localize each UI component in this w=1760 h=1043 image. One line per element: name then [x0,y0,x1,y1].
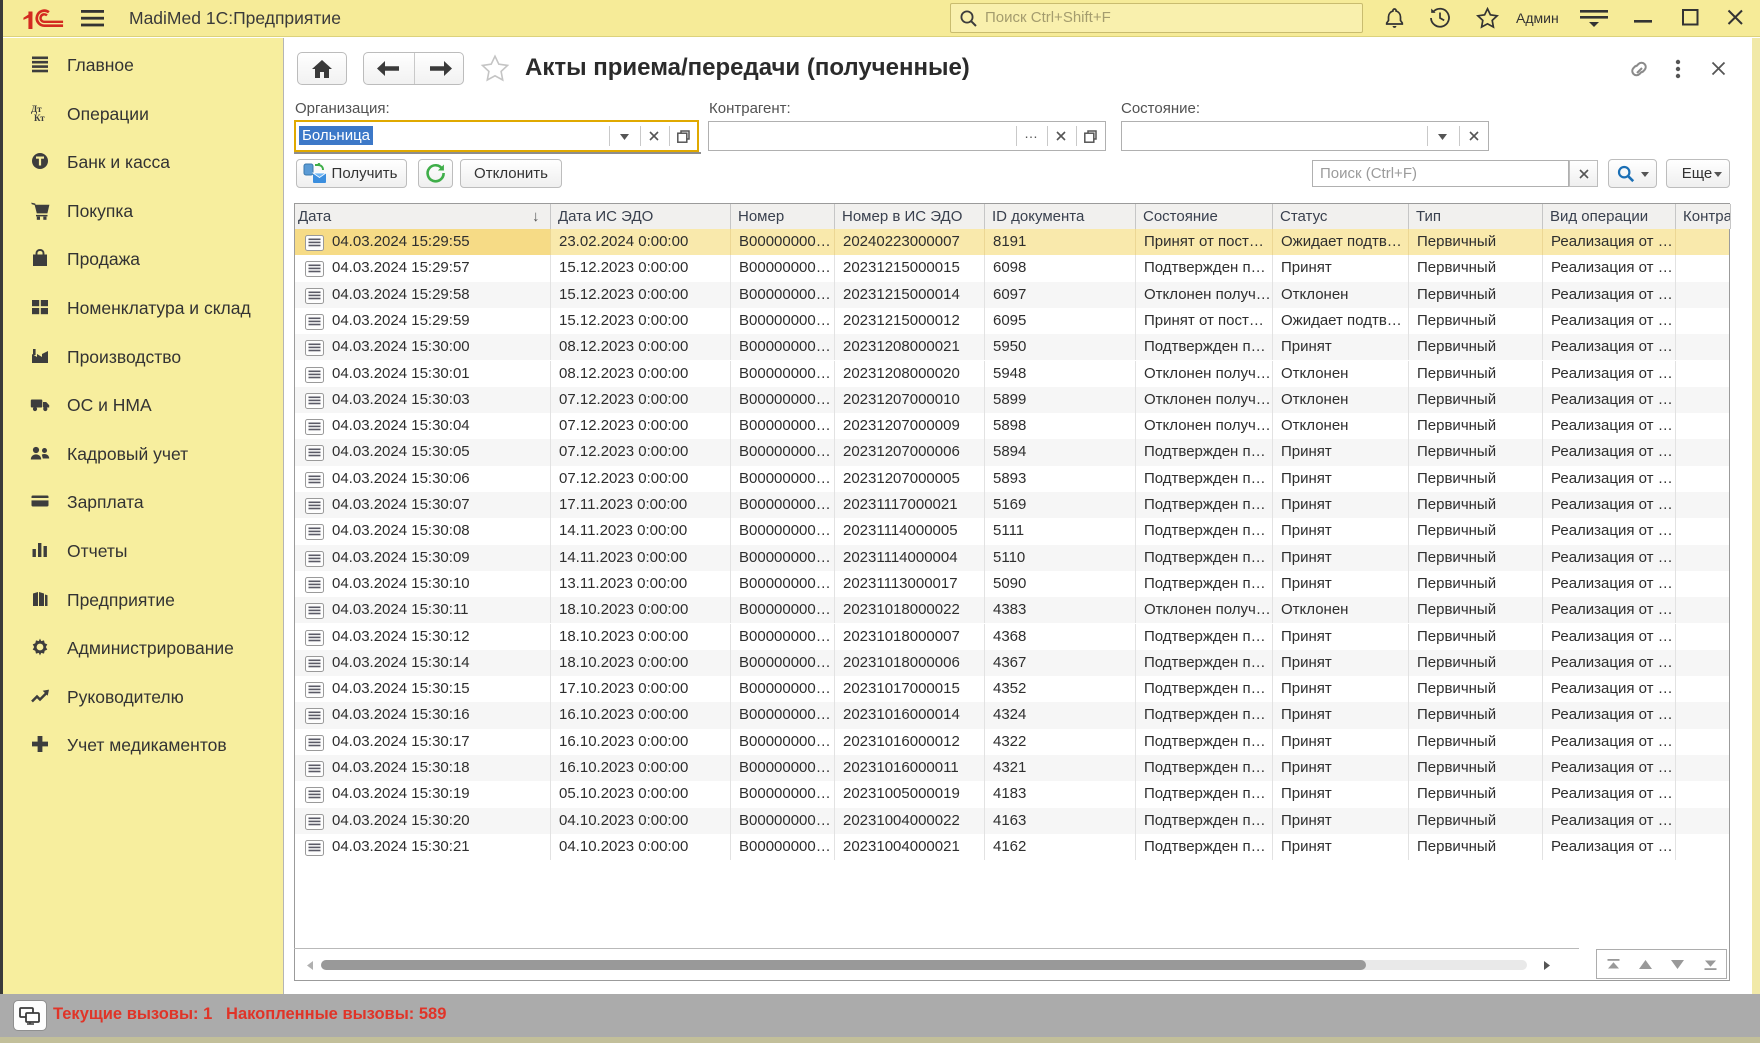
svg-text:Кт: Кт [34,113,45,123]
